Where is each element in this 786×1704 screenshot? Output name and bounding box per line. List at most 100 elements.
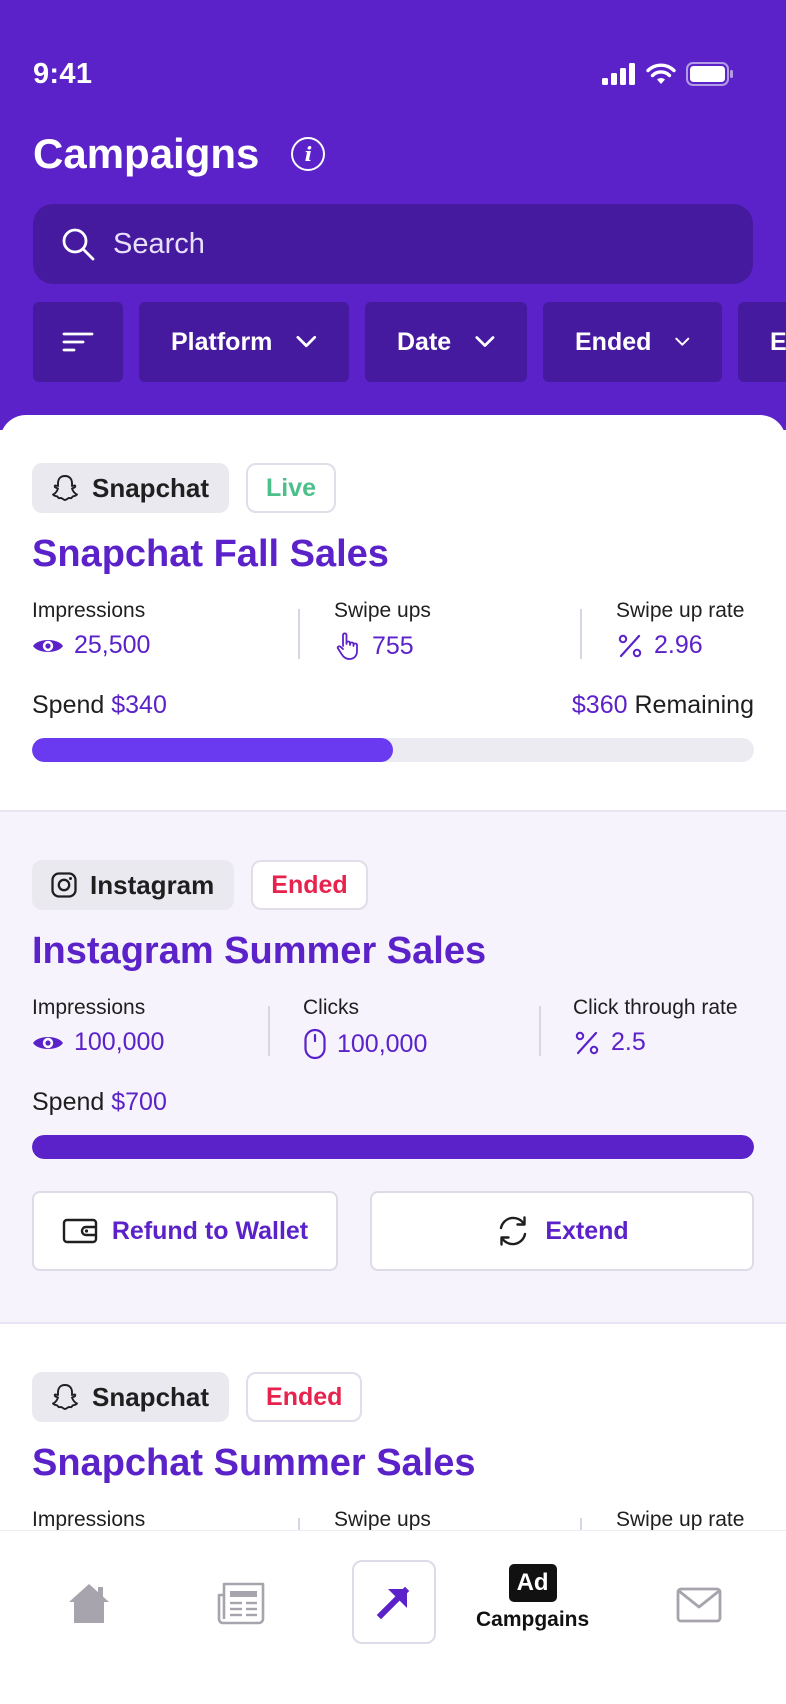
- spend-progress-bar: [32, 738, 754, 762]
- spend-progress-fill: [32, 738, 393, 762]
- campaign-card[interactable]: Snapchat Ended Snapchat Summer Sales Imp…: [0, 1324, 786, 1530]
- platform-name: Instagram: [90, 869, 215, 900]
- refund-label: Refund to Wallet: [111, 1216, 309, 1245]
- campaign-title[interactable]: Snapchat Fall Sales: [32, 533, 389, 576]
- filter-more[interactable]: En: [738, 302, 786, 382]
- campaign-title[interactable]: Snapchat Summer Sales: [32, 1442, 476, 1485]
- platform-tag: Snapchat: [32, 463, 230, 513]
- platform-tag: Snapchat: [32, 1372, 230, 1422]
- search-input[interactable]: [113, 227, 673, 261]
- nav-news[interactable]: [216, 1581, 266, 1625]
- wifi-icon: [646, 63, 676, 84]
- metric-value: 755: [372, 631, 414, 660]
- header: 9:41 Campaigns i Search Platform Date En…: [0, 0, 786, 430]
- metric-label: Clicks: [303, 996, 359, 1019]
- metric-divider: [580, 1518, 582, 1530]
- home-icon: [69, 1584, 109, 1623]
- metric-value: 2.5: [611, 1028, 646, 1056]
- metric-swipe-rate: Swipe up rate 2.96: [616, 599, 744, 660]
- battery-icon: [686, 62, 733, 86]
- metric-ctr: Click through rate 2.5: [573, 996, 738, 1057]
- metric-impressions: Impressions: [32, 1508, 145, 1530]
- nav-mail[interactable]: [676, 1587, 722, 1623]
- metric-value: 100,000: [74, 1028, 165, 1056]
- filter-date[interactable]: Date: [365, 302, 527, 382]
- metric-divider: [298, 609, 300, 659]
- metric-impressions: Impressions 100,000: [32, 996, 164, 1057]
- metric-label: Swipe ups: [334, 1508, 431, 1530]
- snapchat-icon: [52, 1384, 78, 1410]
- nav-campaigns-label: Campgains: [476, 1608, 590, 1631]
- campaign-card[interactable]: Instagram Ended Instagram Summer Sales I…: [0, 812, 786, 1324]
- filter-date-label: Date: [397, 327, 452, 356]
- metric-label: Swipe up rate: [616, 1508, 745, 1530]
- metric-label: Impressions: [32, 996, 146, 1019]
- search-icon: [62, 228, 95, 261]
- instagram-icon: [51, 872, 77, 898]
- filter-status-label: Ended: [575, 327, 652, 356]
- spend-info: Spend $700: [32, 1088, 167, 1117]
- eye-icon: [33, 639, 63, 652]
- metric-divider: [298, 1518, 300, 1530]
- title-row: Campaigns i: [33, 130, 326, 178]
- metric-swipe-ups: Swipe ups: [334, 1508, 431, 1530]
- metrics-row: Impressions Swipe ups Swipe up rate: [32, 1508, 754, 1530]
- filter-platform[interactable]: Platform: [139, 302, 349, 382]
- info-icon[interactable]: i: [291, 137, 326, 171]
- refresh-icon: [500, 1216, 527, 1246]
- remaining-value: $360: [571, 691, 628, 719]
- wallet-icon: [62, 1218, 98, 1244]
- newspaper-icon: [217, 1582, 265, 1625]
- spend-row: Spend $700: [32, 1088, 754, 1117]
- status-badge: Ended: [251, 860, 368, 910]
- metric-label: Impressions: [32, 599, 146, 622]
- platform-name: Snapchat: [92, 1381, 210, 1412]
- metric-value: 25,500: [74, 631, 151, 659]
- metric-swipe-ups: Swipe ups 755: [334, 599, 431, 661]
- status-time: 9:41: [33, 57, 93, 90]
- percent-icon: [575, 1031, 599, 1054]
- spend-row: Spend $340 $360 Remaining: [32, 691, 754, 720]
- campaign-card[interactable]: Snapchat Live Snapchat Fall Sales Impres…: [0, 415, 786, 812]
- sort-button[interactable]: [33, 302, 123, 382]
- spend-progress-fill: [32, 1135, 754, 1159]
- card-actions: Refund to Wallet Extend: [32, 1191, 754, 1271]
- sort-icon: [62, 332, 94, 352]
- metric-label: Swipe ups: [334, 599, 431, 622]
- spend-progress-bar: [32, 1135, 754, 1159]
- status-badge: Ended: [246, 1372, 363, 1422]
- campaign-title[interactable]: Instagram Summer Sales: [32, 930, 486, 973]
- spend-label: Spend: [32, 1088, 105, 1116]
- metric-value: 2.96: [654, 631, 703, 659]
- spend-value: $340: [111, 691, 167, 719]
- metrics-row: Impressions 100,000 Clicks 100,000 Click…: [32, 996, 754, 1066]
- nav-home[interactable]: [66, 1581, 112, 1625]
- chevron-down-icon: [296, 335, 317, 348]
- extend-button[interactable]: Extend: [370, 1191, 754, 1271]
- chevron-down-icon: [675, 337, 690, 346]
- nav-campaigns[interactable]: Ad Campgains: [476, 1564, 589, 1632]
- filter-more-label: En: [770, 327, 786, 356]
- metric-value: 100,000: [337, 1029, 428, 1058]
- signal-icon: [602, 63, 635, 85]
- eye-icon: [33, 1036, 63, 1049]
- platform-tag: Instagram: [32, 860, 235, 910]
- refund-to-wallet-button[interactable]: Refund to Wallet: [32, 1191, 338, 1271]
- metrics-row: Impressions 25,500 Swipe ups 755 Swipe u…: [32, 599, 754, 669]
- spend-label: Spend: [32, 691, 105, 719]
- filter-bar: Platform Date Ended En: [33, 302, 786, 384]
- search-bar[interactable]: [33, 204, 753, 284]
- campaign-list: Snapchat Live Snapchat Fall Sales Impres…: [0, 415, 786, 1530]
- metric-label: Click through rate: [573, 996, 738, 1019]
- status-badge: Live: [246, 463, 337, 513]
- mouse-icon: [304, 1028, 326, 1060]
- metric-label: Impressions: [32, 1508, 146, 1530]
- nav-create-button[interactable]: [352, 1560, 436, 1644]
- metric-label: Swipe up rate: [616, 599, 745, 622]
- filter-platform-label: Platform: [171, 327, 273, 356]
- metric-swipe-rate: Swipe up rate: [616, 1508, 744, 1530]
- filter-status[interactable]: Ended: [543, 302, 722, 382]
- metric-divider: [580, 609, 582, 659]
- page-title: Campaigns: [33, 130, 260, 177]
- chevron-down-icon: [475, 336, 495, 347]
